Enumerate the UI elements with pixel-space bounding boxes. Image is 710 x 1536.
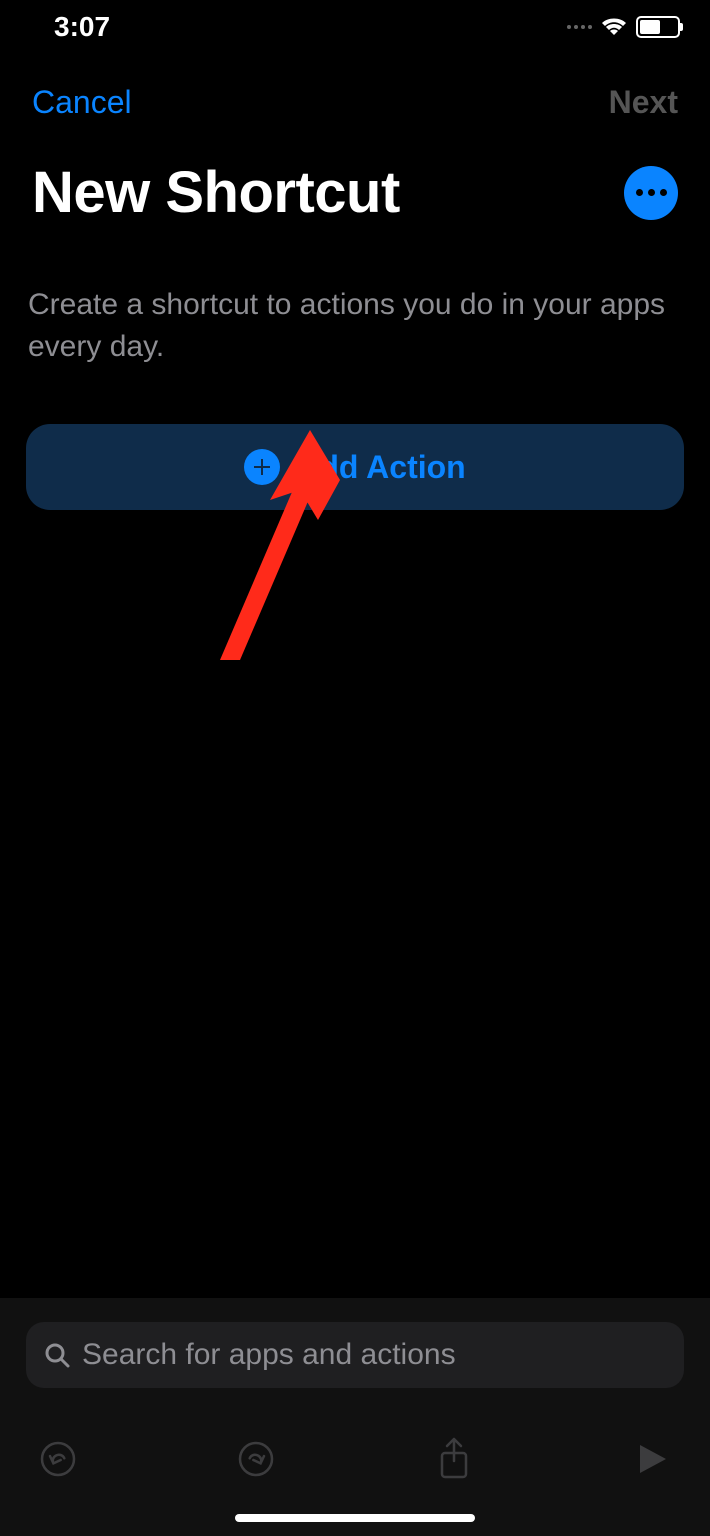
undo-button[interactable]: [36, 1437, 80, 1481]
bottom-toolbar: [0, 1404, 710, 1514]
ellipsis-icon: [636, 189, 643, 196]
play-button[interactable]: [630, 1437, 674, 1481]
add-action-button[interactable]: Add Action: [26, 424, 684, 510]
search-icon: [44, 1342, 70, 1368]
nav-bar: Cancel Next: [0, 54, 710, 121]
more-button[interactable]: [624, 166, 678, 220]
status-indicators: [567, 16, 680, 38]
home-indicator[interactable]: [235, 1514, 475, 1522]
share-button[interactable]: [432, 1437, 476, 1481]
add-action-label: Add Action: [296, 449, 465, 486]
plus-icon: [244, 449, 280, 485]
wifi-icon: [600, 16, 628, 38]
next-button[interactable]: Next: [609, 84, 678, 121]
status-time: 3:07: [54, 11, 110, 43]
battery-icon: [636, 16, 680, 38]
description-text: Create a shortcut to actions you do in y…: [0, 226, 710, 368]
page-title: New Shortcut: [32, 159, 400, 226]
signal-dots-icon: [567, 25, 592, 29]
redo-button[interactable]: [234, 1437, 278, 1481]
bottom-panel: Search for apps and actions: [0, 1298, 710, 1536]
search-placeholder: Search for apps and actions: [82, 1338, 456, 1372]
title-row: New Shortcut: [0, 121, 710, 226]
status-bar: 3:07: [0, 0, 710, 54]
cancel-button[interactable]: Cancel: [32, 84, 132, 121]
search-input[interactable]: Search for apps and actions: [26, 1322, 684, 1388]
